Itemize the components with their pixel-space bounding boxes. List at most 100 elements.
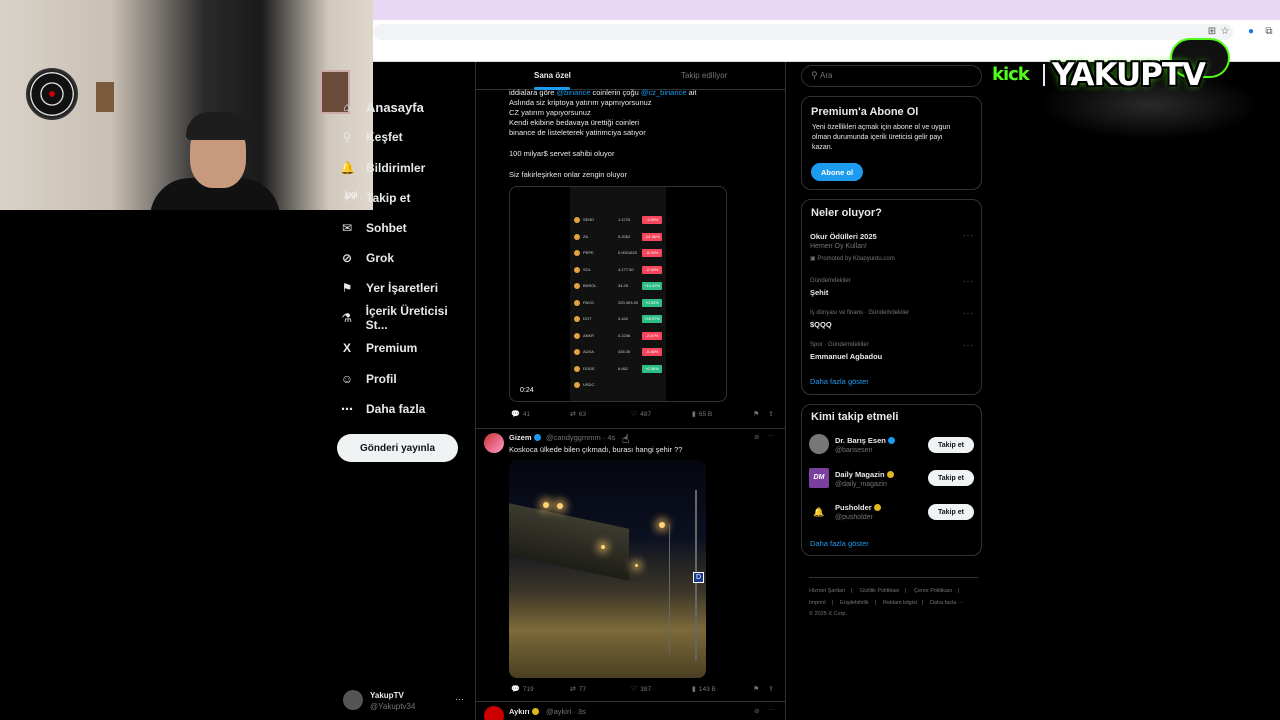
tweet-video[interactable]: SEND 1.4723 -1.09% ZIL 0.2062 -14.36% PEPE 0.00… bbox=[509, 186, 727, 402]
nav-explore[interactable]: ⚲ Keşfet bbox=[340, 126, 403, 148]
tweet-author-handle[interactable]: @candyggmmm · 4s bbox=[546, 433, 615, 442]
coin-symbol: ANKR bbox=[583, 332, 595, 338]
like-button[interactable]: ♡ 387 bbox=[631, 685, 651, 694]
nav-bookmarks[interactable]: ⚑ Yer İşaretleri bbox=[340, 277, 438, 299]
coin-change: -14.36% bbox=[642, 232, 662, 241]
trend-more-icon[interactable]: ··· bbox=[963, 277, 974, 286]
coin-icon bbox=[574, 283, 580, 289]
coin-icon bbox=[574, 299, 580, 306]
post-button[interactable]: Gönderi yayınla bbox=[337, 434, 458, 462]
like-button[interactable]: ♡ 487 bbox=[631, 410, 651, 419]
coin-change: -2.47% bbox=[642, 331, 662, 340]
tweet-author-name[interactable]: Gizem bbox=[509, 433, 541, 442]
footer-link[interactable]: Gizlilik Politikası bbox=[860, 588, 899, 594]
coin-price: 34.25 bbox=[618, 283, 629, 288]
translate-icon[interactable]: ⊞ bbox=[1205, 26, 1219, 37]
street-lamp bbox=[557, 503, 563, 509]
tweet-author-handle[interactable]: @aykiri · 3s bbox=[546, 707, 586, 716]
tweet-divider bbox=[476, 428, 785, 429]
nav-more[interactable]: ⋯ Daha fazla bbox=[340, 398, 425, 420]
nav-grok[interactable]: ⊘ Grok bbox=[340, 247, 394, 269]
trends-show-more-link[interactable]: Daha fazla göster bbox=[810, 377, 869, 386]
account-avatar[interactable] bbox=[343, 690, 363, 710]
trend-more-icon[interactable]: ··· bbox=[963, 341, 974, 350]
share-icon: ⇪ bbox=[768, 411, 774, 418]
nav-notifications[interactable]: 🔔 Bildirimler bbox=[340, 157, 425, 179]
suggested-user-name[interactable]: Dr. Barış Esen bbox=[835, 436, 895, 445]
coin-price: 435.30 bbox=[618, 349, 631, 354]
nav-home[interactable]: ⌂ Anasayfa bbox=[340, 96, 423, 118]
coin-change: -5.04% bbox=[642, 249, 662, 257]
tweet-more-icon[interactable]: ··· bbox=[768, 432, 775, 439]
views-button[interactable]: ▮ 143 B bbox=[692, 685, 716, 694]
coin-symbol: AUSA bbox=[583, 349, 594, 354]
retweet-button[interactable]: ⇄ 77 bbox=[570, 685, 586, 694]
suggested-user-name[interactable]: Daily Magazin bbox=[835, 470, 894, 479]
account-handle[interactable]: @Yakuptv34 bbox=[370, 702, 415, 711]
mention-link[interactable]: @binance bbox=[557, 88, 591, 97]
lamp-pole bbox=[669, 524, 670, 654]
trend-title[interactable]: Okur Ödülleri 2025 bbox=[810, 232, 877, 241]
follow-show-more-link[interactable]: Daha fazla göster bbox=[810, 539, 869, 548]
tweet-author-name[interactable]: Aykırı bbox=[509, 707, 539, 716]
coin-symbol: SEND bbox=[583, 217, 595, 222]
nav-follow[interactable]: + Takip et bbox=[340, 187, 410, 209]
nav-chat[interactable]: ✉ Sohbet bbox=[340, 217, 407, 239]
tweet-more-icon[interactable]: ··· bbox=[768, 706, 775, 713]
grok-tweet-icon[interactable]: ⊘ bbox=[754, 707, 759, 715]
profile-icon[interactable]: ● bbox=[1244, 26, 1258, 37]
reply-button[interactable]: 💬 719 bbox=[511, 685, 534, 694]
tab-for-you[interactable]: Sana özel bbox=[534, 71, 571, 80]
reply-button[interactable]: 💬 41 bbox=[511, 410, 530, 419]
trend-title[interactable]: $QQQ bbox=[810, 320, 832, 329]
footer-link[interactable]: Hizmet Şartları bbox=[809, 588, 845, 594]
avatar[interactable]: 🔔 bbox=[809, 502, 829, 522]
follow-button[interactable]: Takip et bbox=[928, 437, 974, 453]
trend-more-icon[interactable]: ··· bbox=[963, 309, 974, 318]
grok-tweet-icon[interactable]: ⊘ bbox=[754, 433, 759, 441]
avatar[interactable] bbox=[809, 434, 829, 454]
footer-link[interactable]: Erişilebilirlik bbox=[840, 600, 869, 606]
footer-link[interactable]: Reklam bilgisi bbox=[883, 600, 917, 606]
nav-premium[interactable]: X Premium bbox=[340, 337, 417, 359]
dartboard bbox=[26, 68, 78, 120]
avatar[interactable] bbox=[484, 706, 504, 720]
subscribe-button[interactable]: Abone ol bbox=[811, 163, 863, 181]
bookmark-button[interactable]: ⚑ bbox=[753, 410, 762, 418]
address-bar[interactable] bbox=[373, 24, 1233, 40]
tweet-photo[interactable]: D bbox=[509, 460, 706, 678]
trend-more-icon[interactable]: ··· bbox=[963, 231, 974, 240]
trend-title[interactable]: Şehit bbox=[810, 288, 828, 297]
retweet-icon: ⇄ bbox=[570, 411, 576, 418]
suggested-user-name[interactable]: Pusholder bbox=[835, 503, 881, 512]
follow-button[interactable]: Takip et bbox=[928, 470, 974, 486]
avatar[interactable] bbox=[484, 433, 504, 453]
creator-icon: ⚗ bbox=[341, 311, 353, 325]
trend-category: Gündemdekiler bbox=[810, 278, 851, 284]
bookmark-button[interactable]: ⚑ bbox=[753, 685, 762, 693]
footer-link[interactable]: Daha fazla ··· bbox=[930, 600, 963, 606]
share-button[interactable]: ⇪ bbox=[768, 410, 777, 418]
tab-following[interactable]: Takip ediliyor bbox=[681, 71, 727, 80]
views-button[interactable]: ▮ 65 B bbox=[692, 410, 712, 419]
account-name[interactable]: YakupTV bbox=[370, 691, 404, 700]
account-more-icon[interactable]: ··· bbox=[455, 694, 464, 704]
star-icon[interactable]: ☆ bbox=[1218, 26, 1232, 37]
footer-link[interactable]: Çerez Politikası bbox=[914, 588, 952, 594]
follow-button[interactable]: Takip et bbox=[928, 504, 974, 520]
coin-symbol: PEPE bbox=[583, 250, 594, 255]
footer-link[interactable]: Imprint bbox=[809, 600, 826, 606]
trend-promoted: ▣ Promoted by Kitapyurdu.com bbox=[810, 256, 895, 262]
footer-divider bbox=[809, 577, 978, 578]
coin-price: 220,303.00 bbox=[618, 299, 639, 305]
mention-link[interactable]: @cz_binance bbox=[641, 88, 687, 97]
avatar[interactable]: DM bbox=[809, 468, 829, 488]
nav-creator-studio[interactable]: ⚗ İçerik Üreticisi St... bbox=[340, 304, 470, 332]
nav-profile[interactable]: ☺ Profil bbox=[340, 368, 397, 390]
extensions-icon[interactable]: ⧉ bbox=[1262, 26, 1276, 37]
trend-title[interactable]: Emmanuel Agbadou bbox=[810, 352, 882, 361]
retweet-button[interactable]: ⇄ 63 bbox=[570, 410, 586, 419]
street-lamp bbox=[659, 522, 665, 528]
share-button[interactable]: ⇪ bbox=[768, 685, 777, 693]
tweet-text-line: Kendi ekibine bedavaya ürettiği coinleri bbox=[509, 118, 640, 127]
